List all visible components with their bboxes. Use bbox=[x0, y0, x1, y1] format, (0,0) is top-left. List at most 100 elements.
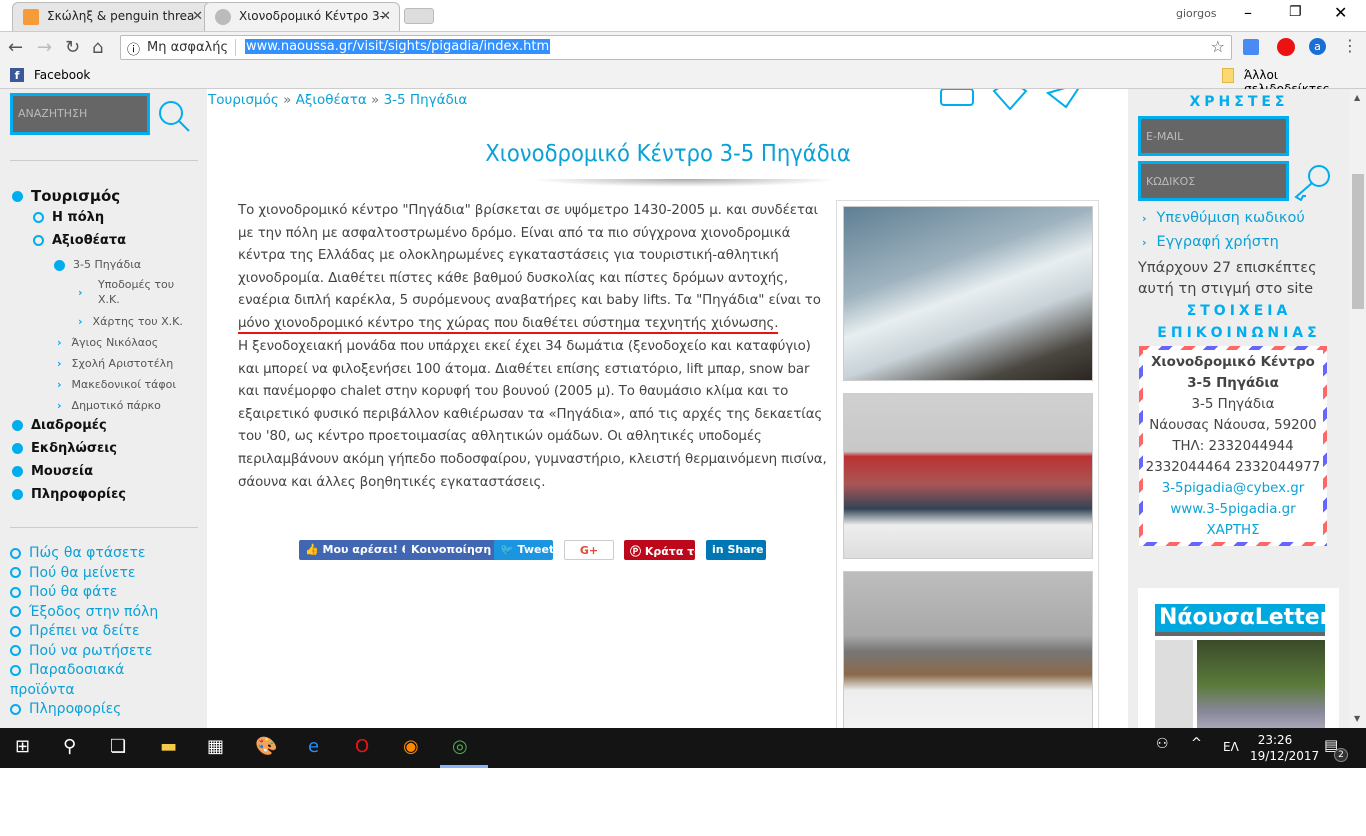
contact-map-link[interactable]: ΧΑΡΤΗΣ bbox=[1143, 520, 1323, 541]
login-key-icon[interactable] bbox=[1293, 163, 1333, 201]
tab-penguin[interactable]: Σκώληξ & penguin threa ✕ bbox=[12, 2, 212, 31]
scroll-up-icon[interactable]: ▲ bbox=[1354, 93, 1360, 102]
menu-kebab-icon[interactable]: ⋮ bbox=[1342, 36, 1358, 55]
scroll-thumb[interactable] bbox=[1352, 174, 1364, 309]
back-icon[interactable]: ← bbox=[8, 37, 23, 58]
bookmark-star-icon[interactable]: ☆ bbox=[1211, 37, 1225, 56]
quick-links: Πώς θα φτάσετε Πού θα μείνετε Πού θα φάτ… bbox=[10, 544, 160, 720]
google-plus-button[interactable]: G+ bbox=[564, 540, 614, 560]
bookmark-facebook[interactable]: Facebook bbox=[34, 68, 90, 82]
menu-macedonian-tombs[interactable]: › Μακεδονικοί τάφοι bbox=[57, 378, 176, 391]
language-indicator[interactable]: ΕΛ bbox=[1223, 740, 1239, 754]
close-tab-icon[interactable]: ✕ bbox=[192, 9, 203, 24]
contact-web-link[interactable]: www.3-5pigadia.gr bbox=[1143, 499, 1323, 520]
divider bbox=[10, 527, 198, 528]
facebook-share-button[interactable]: Κοινοποίηση bbox=[405, 540, 498, 560]
tab-label: Χιονοδρομικό Κέντρο 3- bbox=[239, 9, 384, 23]
password-field[interactable]: ΚΩΔΙΚΟΣ bbox=[1138, 161, 1289, 201]
link-how-to-get[interactable]: Πώς θα φτάσετε bbox=[10, 544, 160, 564]
link-nightlife[interactable]: Έξοδος στην πόλη bbox=[10, 603, 160, 623]
info-icon[interactable]: ⓘ bbox=[127, 39, 140, 58]
linkedin-share-button[interactable]: in Share bbox=[706, 540, 766, 560]
avast-extension-icon[interactable]: a bbox=[1309, 38, 1326, 55]
print-icon[interactable] bbox=[940, 89, 974, 106]
password-reminder-link[interactable]: › Υπενθύμιση κωδικού bbox=[1142, 210, 1305, 226]
opera-icon[interactable]: O bbox=[355, 736, 369, 757]
link-ask[interactable]: Πού να ρωτήσετε bbox=[10, 642, 160, 662]
link-eat[interactable]: Πού θα φάτε bbox=[10, 583, 160, 603]
menu-pigadia[interactable]: 3-5 Πηγάδια bbox=[54, 258, 141, 271]
menu-infrastructure[interactable]: › Υποδομές του Χ.Κ. bbox=[78, 277, 188, 307]
close-window-icon[interactable]: ✕ bbox=[1334, 3, 1347, 22]
menu-park[interactable]: › Δημοτικό πάρκο bbox=[57, 399, 161, 412]
menu-info[interactable]: Πληροφορίες bbox=[12, 487, 126, 502]
translate-extension-icon[interactable] bbox=[1243, 39, 1259, 55]
link-info[interactable]: Πληροφορίες bbox=[10, 700, 160, 720]
tab-active[interactable]: Χιονοδρομικό Κέντρο 3- ✕ bbox=[204, 2, 400, 31]
chrome-icon[interactable]: ◎ bbox=[452, 736, 468, 757]
menu-agios-nikolaos[interactable]: › Άγιος Νικόλαος bbox=[57, 336, 158, 349]
link-stay[interactable]: Πού θα μείνετε bbox=[10, 564, 160, 584]
security-label[interactable]: Μη ασφαλής bbox=[147, 40, 228, 55]
windows-start-icon[interactable]: ⊞ bbox=[15, 736, 30, 757]
menu-sights[interactable]: Αξιοθέατα bbox=[33, 233, 126, 248]
contact-card: Χιονοδρομικό Κέντρο 3-5 Πηγάδια 3-5 Πηγά… bbox=[1139, 346, 1327, 546]
taskbar: ⊞ ⚲ ❏ ▬ ▦ 🎨 e O ◉ ◎ ⚇ ^ ΕΛ 23:26 19/12/20… bbox=[0, 728, 1366, 768]
task-view-icon[interactable]: ❏ bbox=[110, 736, 126, 757]
newsletter-thumbnail[interactable]: ΝάουσαLetter bbox=[1138, 588, 1339, 728]
edge-icon[interactable]: e bbox=[308, 736, 319, 757]
menu-city[interactable]: Η πόλη bbox=[33, 210, 104, 225]
scroll-down-icon[interactable]: ▼ bbox=[1354, 714, 1360, 723]
contact-email-link[interactable]: 3-5pigadia@cybex.gr bbox=[1143, 478, 1323, 499]
users-heading: ΧΡΗΣΤΕΣ bbox=[1189, 94, 1289, 110]
opera-extension-icon[interactable] bbox=[1277, 38, 1295, 56]
profile-name[interactable]: giorgos bbox=[1176, 7, 1217, 20]
menu-map[interactable]: › Χάρτης του Χ.Κ. bbox=[78, 315, 183, 328]
show-hidden-icons[interactable]: ^ bbox=[1191, 736, 1202, 751]
url-text[interactable]: www.naoussa.gr/visit/sights/pigadia/inde… bbox=[245, 39, 551, 54]
address-bar[interactable]: ⓘ Μη ασφαλής www.naoussa.gr/visit/sights… bbox=[120, 35, 1232, 60]
search-input[interactable]: ΑΝΑΖΗΤΗΣΗ bbox=[10, 93, 150, 135]
folder-icon bbox=[1222, 68, 1234, 83]
restore-icon[interactable]: ❐ bbox=[1289, 4, 1302, 20]
file-explorer-icon[interactable]: ▬ bbox=[160, 736, 177, 757]
web-page: ΑΝΑΖΗΤΗΣΗ Τουρισμός Η πόλη Αξιοθέατα 3-5… bbox=[0, 89, 1366, 728]
email-field[interactable]: E-MAIL bbox=[1138, 116, 1289, 156]
store-icon[interactable]: ▦ bbox=[207, 736, 224, 757]
home-icon[interactable]: ⌂ bbox=[92, 37, 103, 58]
menu-museums[interactable]: Μουσεία bbox=[12, 464, 93, 479]
contact-line: 3-5 Πηγάδια bbox=[1191, 397, 1275, 412]
breadcrumb-current[interactable]: 3-5 Πηγάδια bbox=[384, 92, 468, 108]
reload-icon[interactable]: ↻ bbox=[65, 37, 80, 58]
people-icon[interactable]: ⚇ bbox=[1156, 736, 1169, 752]
paint-icon[interactable]: 🎨 bbox=[255, 736, 277, 757]
link-products[interactable]: Παραδοσιακά προϊόντα bbox=[10, 661, 160, 700]
register-link[interactable]: › Εγγραφή χρήστη bbox=[1142, 234, 1279, 250]
left-sidebar: ΑΝΑΖΗΤΗΣΗ Τουρισμός Η πόλη Αξιοθέατα 3-5… bbox=[0, 89, 207, 728]
new-tab-button[interactable] bbox=[404, 8, 434, 24]
clock[interactable]: 23:26 19/12/2017 bbox=[1250, 732, 1319, 764]
close-tab-icon[interactable]: ✕ bbox=[380, 9, 391, 24]
contact-line: Νάουσας Νάουσα, 59200 bbox=[1149, 418, 1317, 433]
tweet-button[interactable]: 🐦 Tweet bbox=[494, 540, 554, 560]
menu-routes[interactable]: Διαδρομές bbox=[12, 418, 107, 433]
menu-tourism[interactable]: Τουρισμός bbox=[12, 187, 120, 205]
search-icon[interactable] bbox=[157, 99, 191, 133]
breadcrumb-tourism[interactable]: Τουρισμός bbox=[208, 92, 279, 108]
home-favicon-icon bbox=[23, 9, 39, 25]
scrollbar[interactable]: ▲ ▼ bbox=[1350, 89, 1366, 728]
snowy-slope-photo bbox=[843, 206, 1093, 381]
menu-events[interactable]: Εκδηλώσεις bbox=[12, 441, 117, 456]
link-must-see[interactable]: Πρέπει να δείτε bbox=[10, 622, 160, 642]
search-icon[interactable]: ⚲ bbox=[63, 736, 76, 757]
favorite-heart-icon[interactable] bbox=[992, 89, 1028, 111]
send-icon[interactable] bbox=[1045, 89, 1082, 109]
paragraph-1: Το χιονοδρομικό κέντρο "Πηγάδια" βρίσκετ… bbox=[238, 200, 828, 336]
breadcrumb-sights[interactable]: Αξιοθέατα bbox=[296, 92, 367, 108]
firefox-icon[interactable]: ◉ bbox=[403, 736, 419, 757]
minimize-icon[interactable]: – bbox=[1244, 3, 1252, 22]
facebook-like-button[interactable]: 👍 Μου αρέσει! 6 bbox=[299, 540, 416, 560]
pinterest-button[interactable]: Ⓟ Κράτα το bbox=[624, 540, 702, 560]
forward-icon[interactable]: → bbox=[37, 37, 52, 58]
menu-aristotle-school[interactable]: › Σχολή Αριστοτέλη bbox=[57, 357, 173, 370]
